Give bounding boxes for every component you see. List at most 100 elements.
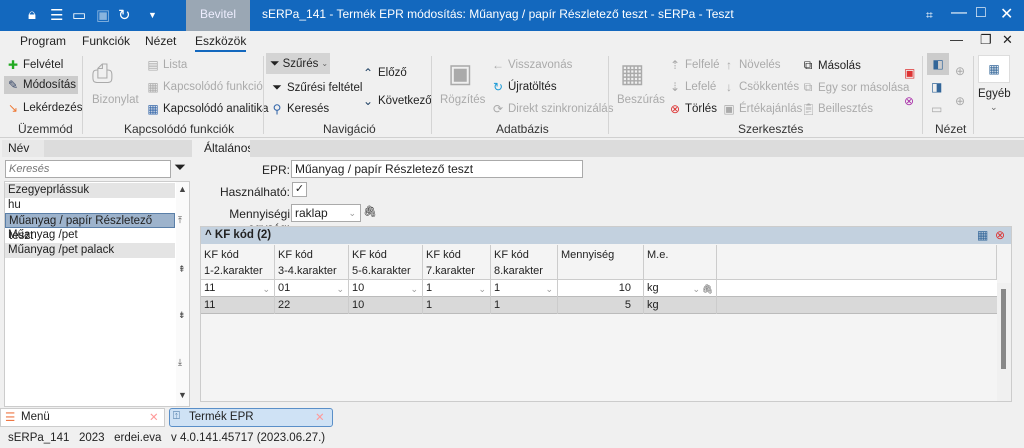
attachment-icon[interactable]: 🖇︎ — [702, 281, 713, 297]
egy-sor-masolasa-button[interactable]: ⧉ Egy sor másolása — [801, 80, 910, 95]
kapcsolodo-analitika-button[interactable]: ▦ Kapcsolódó analitika — [146, 102, 268, 116]
lekerdezes-button[interactable]: ↘ Lekérdezés — [6, 101, 83, 115]
szures-button[interactable]: ⏷ Szűrés ⌄ — [266, 53, 330, 74]
table-cell[interactable]: 01 ⌄ — [275, 280, 349, 297]
felfele-button[interactable]: ⇡ Felfelé — [668, 58, 720, 72]
tab-nev[interactable]: Név — [2, 140, 44, 157]
kapcsolodo-funkcio-button[interactable]: ▦ Kapcsolódó funkció — [146, 80, 262, 94]
table-cell[interactable]: 22 — [275, 297, 349, 314]
attachment-icon[interactable]: 🖇︎ — [363, 205, 377, 218]
column-header[interactable]: KF kód 1-2.karakter — [201, 245, 275, 280]
table-cell[interactable]: 10 — [349, 297, 423, 314]
grid-scrollbar[interactable] — [997, 283, 1011, 401]
table-cell[interactable]: 1 ⌄ — [491, 280, 558, 297]
ribbon-minimize-icon[interactable]: — — [950, 32, 963, 47]
menu-eszkozok[interactable]: Eszközök — [195, 34, 247, 52]
search-input[interactable] — [5, 160, 171, 178]
panel-left-icon[interactable]: ◨ — [931, 80, 942, 94]
szuresi-feltetel-button[interactable]: ⏷ Szűrési feltétel — [270, 80, 362, 95]
modositas-button[interactable]: ✎ Módosítás — [4, 76, 79, 94]
tree-icon[interactable]: ☰ — [50, 6, 63, 24]
column-header[interactable]: KF kód 5-6.karakter — [349, 245, 423, 280]
tree-add2-icon[interactable]: ⊕ — [955, 94, 965, 108]
epr-input[interactable]: Műanyag / papír Részletező teszt — [291, 160, 583, 178]
table-cell[interactable]: 1 ⌄ — [423, 280, 491, 297]
list-item[interactable]: Műanyag / papír Részletező teszt — [5, 213, 175, 242]
bevitel-tab[interactable]: Bevitel — [186, 0, 250, 31]
close-button[interactable]: ✕ — [1000, 4, 1013, 24]
scroll-up-icon[interactable]: ▲ — [178, 184, 187, 194]
list-item[interactable]: Ezegyeprlássuk — [5, 183, 175, 198]
delete-row-icon[interactable]: ⊗ — [995, 228, 1005, 242]
list-item[interactable]: Műanyag /pet palack — [5, 243, 175, 258]
tab-altalanos[interactable]: Általános — [198, 140, 253, 157]
panel-view-icon[interactable]: ◧ — [927, 53, 949, 75]
egyeb-button[interactable]: Egyéb — [978, 88, 1011, 100]
minimize-button[interactable]: — — [951, 4, 967, 22]
table-row[interactable]: 11 22 10 1 1 5 kg — [201, 297, 997, 314]
column-header[interactable]: KF kód 8.karakter — [491, 245, 558, 280]
column-header[interactable]: M.e. — [644, 245, 717, 280]
column-header[interactable]: KF kód 3-4.karakter — [275, 245, 349, 280]
bizonylat-button[interactable]: Bizonylat — [92, 94, 139, 106]
noveles-button[interactable]: ↑ Növelés — [722, 58, 781, 72]
scroll-top-icon[interactable]: ⤒ — [178, 215, 182, 226]
list-item[interactable]: Műanyag /pet — [5, 228, 175, 243]
table-row[interactable]: 11 ⌄ 01 ⌄ 10 ⌄ 1 ⌄ 1 ⌄ 10 kg ⌄ 🖇︎ — [201, 280, 997, 297]
list-scrollbar[interactable]: ▲ ⤒ ⇞ ⇟ ⤓ ▼ — [176, 182, 189, 406]
lefele-button[interactable]: ⇣ Lefelé — [668, 80, 716, 94]
lock-icon[interactable]: 🔒︎ — [28, 6, 36, 23]
menu-funkciok[interactable]: Funkciók — [82, 34, 130, 48]
tree-add-icon[interactable]: ⊕ — [955, 64, 965, 78]
ribbon-close-icon[interactable]: ✕ — [1002, 32, 1013, 48]
table-cell[interactable]: 10 ⌄ — [349, 280, 423, 297]
remove-window-icon[interactable]: ⊗ — [904, 94, 914, 108]
direkt-szinkron-button[interactable]: ⟳ Direkt szinkronizálás — [491, 102, 613, 116]
refresh-icon[interactable]: ↻ — [118, 6, 131, 24]
table-cell[interactable]: 11 — [201, 297, 275, 314]
tab-termek-epr[interactable]: ⍐ Termék EPR ✕ — [169, 408, 333, 427]
filter-icon[interactable]: ⏷ — [174, 159, 186, 176]
close-tab-icon[interactable]: ✕ — [149, 410, 159, 424]
scroll-down-icon[interactable]: ▼ — [178, 390, 187, 400]
kereses-button[interactable]: ⚲ Keresés — [270, 102, 330, 116]
scroll-bottom-icon[interactable]: ⤓ — [178, 357, 182, 368]
table-cell[interactable]: kg ⌄ 🖇︎ — [644, 280, 717, 297]
table-cell[interactable]: kg — [644, 297, 717, 314]
chevron-down-icon[interactable]: ⌄ — [990, 102, 998, 113]
column-header[interactable]: Mennyiség — [558, 245, 644, 280]
add-row-icon[interactable]: ▦ — [977, 228, 988, 242]
torles-button[interactable]: ⊗ Törlés — [668, 102, 717, 116]
table-cell[interactable]: 1 — [491, 297, 558, 314]
csokkentes-button[interactable]: ↓ Csökkentés — [722, 80, 799, 94]
close-tab-icon[interactable]: ✕ — [315, 410, 325, 424]
scroll-page-up-icon[interactable]: ⇞ — [178, 264, 186, 275]
list-item[interactable]: hu — [5, 198, 175, 213]
maximize-button[interactable]: □ — [976, 4, 986, 22]
focus-icon[interactable]: ⌗ — [926, 8, 933, 23]
table-cell[interactable]: 5 — [558, 297, 644, 314]
column-header[interactable]: KF kód 7.karakter — [423, 245, 491, 280]
kovetkezo-button[interactable]: ⌄ Következő — [361, 94, 432, 108]
grid-group-header[interactable]: ^ KF kód (2) — [201, 227, 1011, 244]
add-window-icon[interactable]: ▣ — [904, 66, 915, 80]
ujratoltes-button[interactable]: ↻ Újratöltés — [491, 80, 557, 94]
scroll-page-down-icon[interactable]: ⇟ — [178, 310, 186, 321]
panel-bottom-icon[interactable]: ▭ — [931, 102, 942, 116]
save-icon[interactable]: ▣ — [96, 6, 110, 24]
elozo-button[interactable]: ⌃ Előző — [361, 66, 407, 80]
scrollbar-thumb[interactable] — [1001, 289, 1006, 369]
window-search-icon[interactable]: ▭ — [72, 6, 86, 24]
beillesztes-button[interactable]: 📋︎ Beillesztés — [801, 102, 873, 116]
ertekajanlas-button[interactable]: ▣ Értékajánlás — [722, 102, 802, 116]
hasznalhato-checkbox[interactable]: ✓ — [292, 182, 307, 197]
table-cell[interactable]: 10 — [558, 280, 644, 297]
lista-button[interactable]: ▤ Lista — [146, 58, 187, 72]
table-cell[interactable]: 11 ⌄ — [201, 280, 275, 297]
masolas-button[interactable]: ⧉ Másolás — [801, 58, 861, 73]
menu-program[interactable]: Program — [20, 34, 66, 48]
egyeb-icon[interactable]: ▦ — [978, 55, 1010, 83]
felvetel-button[interactable]: ✚ Felvétel — [6, 58, 63, 72]
dropdown-icon[interactable]: ▼ — [148, 10, 157, 20]
ribbon-restore-icon[interactable]: ❐ — [980, 32, 992, 48]
